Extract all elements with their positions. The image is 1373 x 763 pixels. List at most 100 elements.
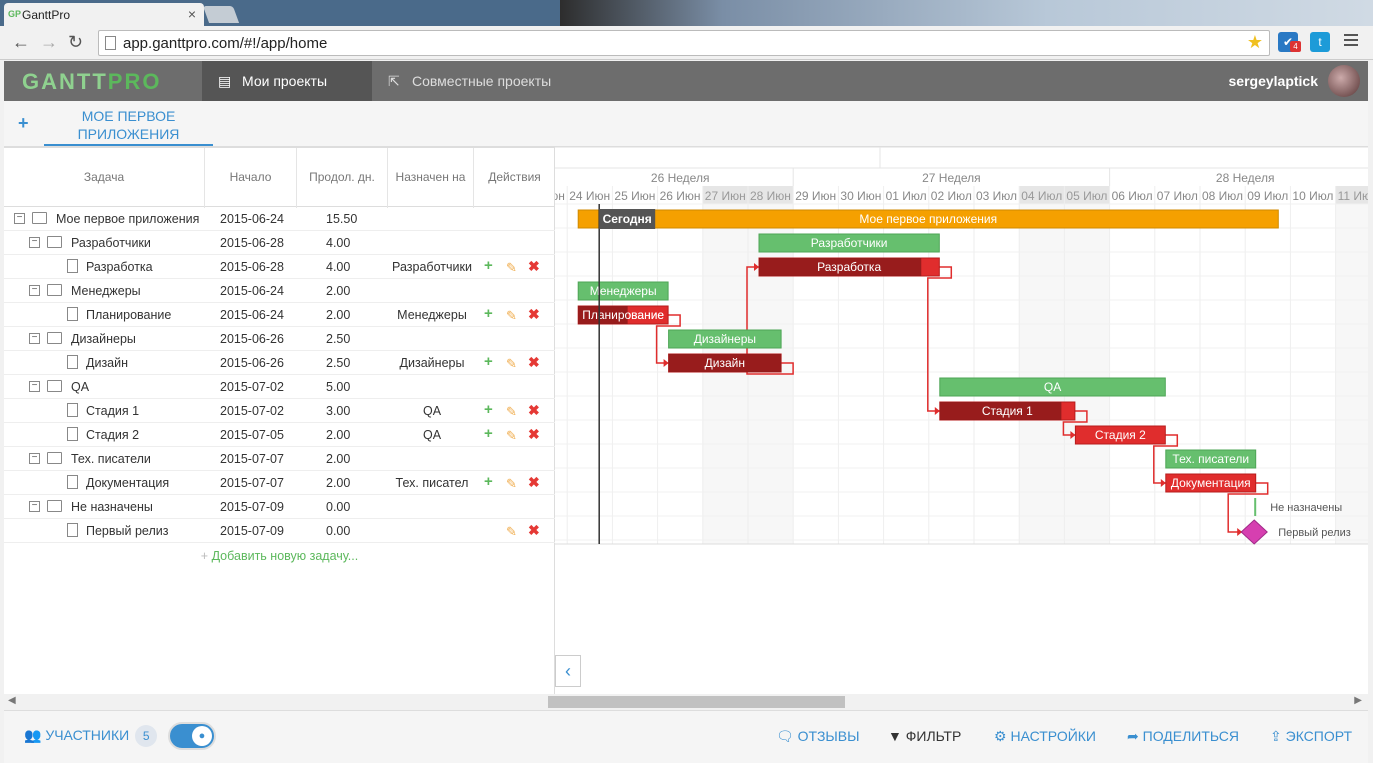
add-subtask-icon[interactable]: + — [484, 425, 493, 442]
new-tab-button[interactable] — [202, 6, 240, 23]
table-row[interactable]: − QA 2015-07-02 5.00 — [4, 375, 555, 399]
task-name[interactable]: Разработчики — [71, 236, 151, 250]
delete-icon[interactable]: ✖ — [528, 306, 540, 323]
pencil-icon[interactable]: ✎ — [506, 476, 517, 492]
task-start[interactable]: 2015-07-07 — [220, 476, 284, 490]
task-start[interactable]: 2015-06-26 — [220, 356, 284, 370]
task-assignee[interactable]: Менеджеры — [392, 308, 472, 322]
task-duration[interactable]: 2.00 — [326, 428, 350, 442]
scroll-left-icon[interactable]: ◀ — [8, 695, 16, 706]
nav-my-projects[interactable]: ▤ Мои проекты — [202, 61, 372, 101]
add-subtask-icon[interactable]: + — [484, 473, 493, 490]
add-task-link[interactable]: + Добавить новую задачу... — [4, 549, 555, 563]
task-assignee[interactable]: QA — [392, 404, 472, 418]
task-name[interactable]: Первый релиз — [86, 524, 168, 538]
task-duration[interactable]: 2.00 — [326, 476, 350, 490]
task-start[interactable]: 2015-07-09 — [220, 524, 284, 538]
task-name[interactable]: Дизайн — [86, 356, 128, 370]
task-start[interactable]: 2015-07-02 — [220, 404, 284, 418]
share-button[interactable]: ➦ ПОДЕЛИТЬСЯ — [1127, 728, 1239, 745]
task-assignee[interactable]: Дизайнеры — [392, 356, 472, 370]
task-duration[interactable]: 0.00 — [326, 500, 350, 514]
table-row[interactable]: − Не назначены 2015-07-09 0.00 — [4, 495, 555, 519]
twitter-icon[interactable]: t — [1310, 32, 1330, 52]
task-start[interactable]: 2015-06-26 — [220, 332, 284, 346]
delete-icon[interactable]: ✖ — [528, 522, 540, 539]
horizontal-scrollbar[interactable]: ◀ ▶ — [4, 694, 1368, 710]
task-duration[interactable]: 5.00 — [326, 380, 350, 394]
task-name[interactable]: Стадия 2 — [86, 428, 139, 442]
add-subtask-icon[interactable]: + — [484, 401, 493, 418]
task-start[interactable]: 2015-06-24 — [220, 212, 284, 226]
project-tab[interactable]: МОЕ ПЕРВОЕ ПРИЛОЖЕНИЯ — [44, 105, 213, 146]
delete-icon[interactable]: ✖ — [528, 402, 540, 419]
task-start[interactable]: 2015-06-28 — [220, 236, 284, 250]
username[interactable]: sergeylaptick — [1229, 73, 1319, 89]
table-row[interactable]: Документация 2015-07-07 2.00 Тех. писател + ✎… — [4, 471, 555, 495]
task-name[interactable]: Дизайнеры — [71, 332, 136, 346]
delete-icon[interactable]: ✖ — [528, 354, 540, 371]
address-bar[interactable]: app.ganttpro.com/#!/app/home ★ — [98, 30, 1270, 56]
table-row[interactable]: Разработка 2015-06-28 4.00 Разработчики + ✎ ✖ — [4, 255, 555, 279]
task-duration[interactable]: 4.00 — [326, 236, 350, 250]
add-project-icon[interactable]: + — [18, 113, 29, 134]
task-name[interactable]: Планирование — [86, 308, 171, 322]
scrollbar-thumb[interactable] — [548, 696, 845, 708]
ganttpro-logo[interactable]: GANTTPRO — [22, 69, 161, 95]
task-start[interactable]: 2015-06-24 — [220, 308, 284, 322]
participants-button[interactable]: 👥 УЧАСТНИКИ 5 — [24, 725, 158, 747]
task-name[interactable]: Менеджеры — [71, 284, 141, 298]
table-row[interactable]: Стадия 2 2015-07-05 2.00 QA + ✎ ✖ — [4, 423, 555, 447]
table-row[interactable]: − Тех. писатели 2015-07-07 2.00 — [4, 447, 555, 471]
task-name[interactable]: Не назначены — [71, 500, 153, 514]
task-start[interactable]: 2015-06-24 — [220, 284, 284, 298]
add-subtask-icon[interactable]: + — [484, 257, 493, 274]
task-duration[interactable]: 15.50 — [326, 212, 357, 226]
add-subtask-icon[interactable]: + — [484, 353, 493, 370]
task-duration[interactable]: 2.50 — [326, 332, 350, 346]
task-duration[interactable]: 0.00 — [326, 524, 350, 538]
collapse-toggle-icon[interactable]: − — [29, 381, 40, 392]
export-button[interactable]: ⇪ ЭКСПОРТ — [1270, 728, 1352, 745]
collapse-toggle-icon[interactable]: − — [14, 213, 25, 224]
table-row[interactable]: Стадия 1 2015-07-02 3.00 QA + ✎ ✖ — [4, 399, 555, 423]
task-start[interactable]: 2015-07-07 — [220, 452, 284, 466]
task-duration[interactable]: 3.00 — [326, 404, 350, 418]
delete-icon[interactable]: ✖ — [528, 474, 540, 491]
collapse-toggle-icon[interactable]: − — [29, 453, 40, 464]
table-row[interactable]: Дизайн 2015-06-26 2.50 Дизайнеры + ✎ ✖ — [4, 351, 555, 375]
close-icon[interactable]: × — [188, 6, 196, 22]
task-start[interactable]: 2015-07-05 — [220, 428, 284, 442]
star-icon[interactable]: ★ — [1247, 32, 1263, 53]
task-start[interactable]: 2015-07-09 — [220, 500, 284, 514]
task-name[interactable]: Разработка — [86, 260, 153, 274]
table-row[interactable]: − Менеджеры 2015-06-24 2.00 — [4, 279, 555, 303]
table-row[interactable]: − Разработчики 2015-06-28 4.00 — [4, 231, 555, 255]
participants-toggle[interactable]: ● — [168, 722, 216, 750]
delete-icon[interactable]: ✖ — [528, 258, 540, 275]
pencil-icon[interactable]: ✎ — [506, 524, 517, 540]
table-row[interactable]: − Дизайнеры 2015-06-26 2.50 — [4, 327, 555, 351]
task-duration[interactable]: 2.00 — [326, 284, 350, 298]
pencil-icon[interactable]: ✎ — [506, 308, 517, 324]
collapse-toggle-icon[interactable]: − — [29, 333, 40, 344]
pencil-icon[interactable]: ✎ — [506, 260, 517, 276]
task-name[interactable]: Мое первое приложения — [56, 212, 199, 226]
settings-button[interactable]: ⚙ НАСТРОЙКИ — [994, 728, 1096, 745]
pencil-icon[interactable]: ✎ — [506, 356, 517, 372]
avatar[interactable] — [1328, 65, 1360, 97]
collapse-toggle-icon[interactable]: − — [29, 237, 40, 248]
task-duration[interactable]: 2.50 — [326, 356, 350, 370]
table-row[interactable]: − Мое первое приложения 2015-06-24 15.50 — [4, 207, 555, 231]
task-start[interactable]: 2015-07-02 — [220, 380, 284, 394]
table-row[interactable]: Первый релиз 2015-07-09 0.00 ✎ ✖ — [4, 519, 555, 543]
collapse-toggle-icon[interactable]: − — [29, 285, 40, 296]
filter-button[interactable]: ▼ ФИЛЬТР — [888, 728, 961, 744]
task-duration[interactable]: 4.00 — [326, 260, 350, 274]
column-assignee[interactable]: Назначен на — [388, 148, 474, 208]
column-task[interactable]: Задача — [4, 148, 205, 208]
extension-check-icon[interactable]: ✔ 4 — [1278, 32, 1301, 52]
task-name[interactable]: Тех. писатели — [71, 452, 151, 466]
column-duration[interactable]: Продол. дн. — [297, 148, 388, 208]
browser-tab[interactable]: GP GanttPro × — [4, 3, 204, 26]
